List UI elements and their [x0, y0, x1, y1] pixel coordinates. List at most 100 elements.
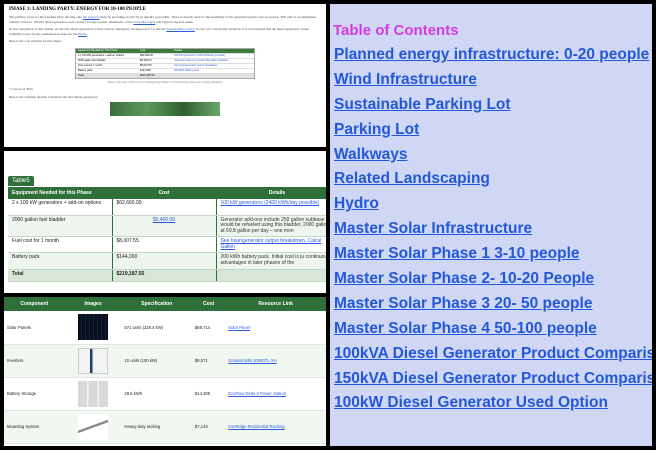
table-row: Solar Panels 571 units (228.4 kW) $69,71…	[4, 311, 326, 345]
mini-cell: $219,187.55	[140, 73, 155, 77]
equipment-header-row: Equipment Needed for this Phase Cost Det…	[8, 187, 326, 199]
toc-item-solar-phase-1[interactable]: Master Solar Phase 1 3-10 people	[334, 245, 648, 270]
component-name: Inverters	[4, 344, 65, 378]
image-cell	[64, 311, 122, 345]
mini-table-row: Fuel cost for 1 month $8,007.55 See hour…	[76, 62, 254, 68]
sustainability-center-link[interactable]: Sustainability Center	[166, 27, 195, 31]
table-row: 2000 gallon fuel bladder $5,400.00 Gener…	[8, 215, 326, 238]
document-title: PHASE 1: LANDING PARTY: ENERGY FOR 10-10…	[9, 7, 147, 12]
toc-item-wind[interactable]: Wind Infrastructure	[334, 71, 648, 96]
property-link[interactable]: the property	[83, 15, 99, 19]
equipment-item: Battery pack	[8, 252, 112, 270]
component-spec: 10 units (100 kW)	[121, 344, 192, 378]
resource-link[interactable]: IronRidge Residential Racking	[225, 410, 326, 444]
table-of-contents-panel: Table of Contents Planned energy infrast…	[330, 4, 652, 446]
toc-item-solar-phase-4[interactable]: Master Solar Phase 4 50-100 people	[334, 320, 648, 345]
header-component: Component	[4, 297, 65, 311]
toc-item-parking-lot[interactable]: Parking Lot	[334, 121, 648, 146]
equipment-details-link[interactable]: 100 kW generators (2400 kWh/day possible…	[215, 199, 326, 216]
toc-item-solar-phase-3[interactable]: Master Solar Phase 3 20- 50 people	[334, 295, 648, 320]
table-row: Mounting System Heavy-duty racking $7,14…	[4, 410, 326, 444]
solar-microgrid-link[interactable]: Solar Microgrid	[133, 20, 155, 24]
mini-cell	[172, 74, 254, 78]
mounting-image	[78, 413, 108, 440]
toc-item-150kva-comparison[interactable]: 150kVA Diesel Generator Product Comparis…	[334, 370, 652, 395]
mini-cell: $5,400.00	[140, 58, 152, 62]
equipment-table: Equipment Needed for this Phase Cost Det…	[8, 187, 326, 282]
mini-table-header: Equipment Needed for This Phase Cost Det…	[76, 48, 254, 53]
components-table-panel: Component Images Specification Cost Reso…	[4, 297, 326, 446]
toc-item-walkways[interactable]: Walkways	[334, 146, 648, 171]
screenshot-collage: PHASE 1: LANDING PARTY: ENERGY FOR 10-10…	[0, 0, 656, 450]
mini-table-row: 2000 gallon fuel bladder $5,400.00 Gener…	[76, 57, 254, 63]
header-resource-link: Resource Link	[225, 297, 326, 311]
mini-table-row: Battery pack $144,000 200 kWh battery pa…	[76, 67, 254, 73]
mini-cell: Battery pack	[78, 68, 93, 72]
battery-image	[78, 380, 108, 407]
mini-link[interactable]: Generator add-ons include 250 gallon sub…	[172, 59, 254, 63]
component-name: Battery Storage	[4, 377, 65, 411]
header-cost: Cost	[191, 297, 226, 311]
total-row: Total $219,187.55	[8, 269, 326, 282]
table-caption: Above: Summary of the cost for Landing P…	[107, 80, 223, 84]
image-cell	[64, 410, 122, 444]
document-paragraph-5: Here is the example module to indicate t…	[9, 94, 99, 99]
equipment-table-panel: Table5 Equipment Needed for this Phase C…	[4, 151, 326, 293]
component-cost: $69,714	[191, 311, 226, 345]
equipment-cost-link[interactable]: $5,400.00	[111, 215, 216, 238]
document-paragraph-1: The primary focus for the Landing Party …	[9, 15, 321, 24]
mini-link[interactable]: 200 kWh battery pack	[172, 69, 254, 73]
paragraph-text: will begin in the first phase.	[155, 19, 194, 24]
inverter-image	[78, 347, 108, 374]
document-paragraph-4: * Cost as of 2023	[9, 86, 33, 91]
toc-item-100kw-used[interactable]: 100kW Diesel Generator Used Option	[334, 394, 648, 419]
mini-cell: $144,000	[140, 68, 151, 72]
mini-link[interactable]: 100 kW generators (2400 kWh/day possible…	[172, 54, 254, 58]
paragraph-text: At the completion of this outline, we fe…	[9, 27, 167, 32]
components-table: Component Images Specification Cost Reso…	[4, 297, 326, 444]
table-row: Battery pack $144,000 200 kWh battery pa…	[8, 252, 326, 270]
mini-table-total: Total $219,187.55	[76, 72, 254, 78]
table-row: Fuel cost for 1 month $8,007.55 See hour…	[8, 236, 326, 254]
component-name: Mounting System	[4, 410, 65, 444]
hydro-link[interactable]: Hydro	[78, 32, 87, 36]
table-row: 2 x 100 kW generators + add-on options $…	[8, 199, 326, 216]
resource-link[interactable]: Solar Panel	[225, 311, 326, 345]
components-header-row: Component Images Specification Cost Reso…	[4, 297, 326, 311]
paragraph-text: .	[86, 31, 88, 36]
equipment-item: 2000 gallon fuel bladder	[8, 215, 112, 238]
toc-item-solar-phase-2[interactable]: Master Solar Phase 2- 10-20 People	[334, 270, 648, 295]
toc-item-landscaping[interactable]: Related Landscaping	[334, 170, 648, 195]
equipment-details-link[interactable]: See hour/generator output breakdown. Cal…	[215, 236, 326, 254]
component-cost: $7,143	[191, 410, 226, 444]
equipment-item: 2 x 100 kW generators + add-on options	[8, 199, 112, 216]
mini-link[interactable]: See hour/generator output breakdown	[172, 64, 254, 68]
document-paragraph-2: At the completion of this outline, we fe…	[9, 27, 321, 36]
toc-item-100kva-comparison[interactable]: 100kVA Diesel Generator Product Comparis…	[334, 345, 652, 370]
total-cost: $219,187.55	[111, 269, 216, 282]
component-spec: Heavy-duty racking	[121, 410, 192, 444]
total-label: Total	[8, 269, 112, 282]
component-spec: 571 units (228.4 kW)	[121, 311, 192, 345]
toc-item-planned-energy[interactable]: Planned energy infrastructure: 0-20 peop…	[334, 46, 649, 71]
mini-cell: Fuel cost for 1 month	[78, 63, 103, 67]
document-panel: PHASE 1: LANDING PARTY: ENERGY FOR 10-10…	[4, 4, 326, 147]
mini-header-cell: Details	[174, 48, 182, 52]
toc-item-master-solar[interactable]: Master Solar Infrastructure	[334, 220, 648, 245]
mini-cell: $62,660.00	[140, 53, 153, 57]
document-paragraph-3: Here is the cost analysis for this phase…	[9, 39, 62, 44]
toc-item-sustainable-parking[interactable]: Sustainable Parking Lot	[334, 96, 648, 121]
cost-summary-table: Equipment Needed for This Phase Cost Det…	[75, 47, 255, 79]
generator-image	[110, 102, 220, 117]
table-row: Inverters 10 units (100 kW) $8,571 Growa…	[4, 344, 326, 378]
toc-item-hydro[interactable]: Hydro	[334, 195, 648, 220]
image-cell	[64, 344, 122, 378]
equipment-details: 200 kWh battery pack. Initial cost is ju…	[215, 252, 326, 270]
resource-link[interactable]: EcoFlow Delta 2 Power Station	[225, 377, 326, 411]
equipment-cost: $62,660.00	[111, 199, 216, 216]
table-name-tab[interactable]: Table5	[8, 176, 34, 186]
header-images: Images	[64, 297, 122, 311]
resource-link[interactable]: Growatt MIN 10000TL-XH	[225, 344, 326, 378]
toc-title: Table of Contents	[333, 22, 459, 39]
table-row: Battery Storage 28.6 kWh $14,286 EcoFlow…	[4, 377, 326, 411]
